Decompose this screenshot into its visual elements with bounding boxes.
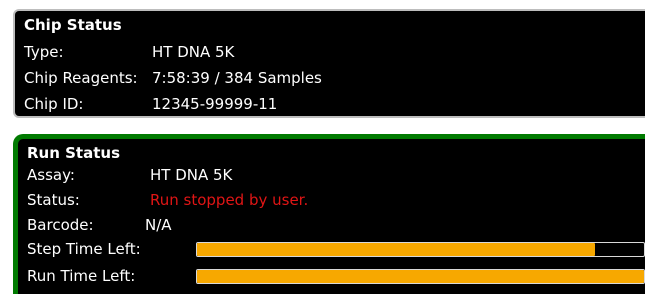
run-time-left-label: Run Time Left: bbox=[27, 267, 136, 285]
barcode-value: N/A bbox=[145, 216, 172, 234]
run-status-panel: Run Status Assay: HT DNA 5K Status: Run … bbox=[13, 134, 645, 294]
step-time-progress-bar bbox=[196, 242, 645, 257]
chip-reagents-label: Chip Reagents: bbox=[24, 69, 138, 87]
run-status-title: Run Status bbox=[27, 144, 121, 162]
step-time-left-label: Step Time Left: bbox=[27, 240, 141, 258]
run-time-progress-bar bbox=[196, 269, 645, 284]
chip-id-label: Chip ID: bbox=[24, 95, 84, 113]
assay-label: Assay: bbox=[27, 166, 75, 184]
status-value: Run stopped by user. bbox=[150, 191, 309, 209]
barcode-label: Barcode: bbox=[27, 216, 94, 234]
step-time-progress-fill bbox=[197, 243, 595, 256]
chip-reagents-value: 7:58:39 / 384 Samples bbox=[152, 69, 322, 87]
assay-value: HT DNA 5K bbox=[150, 166, 233, 184]
chip-type-value: HT DNA 5K bbox=[152, 43, 235, 61]
status-label: Status: bbox=[27, 191, 80, 209]
status-view: Chip Status Type: HT DNA 5K Chip Reagent… bbox=[0, 0, 645, 294]
chip-status-panel: Chip Status Type: HT DNA 5K Chip Reagent… bbox=[13, 9, 645, 118]
chip-type-label: Type: bbox=[24, 43, 64, 61]
run-time-progress-fill bbox=[197, 270, 644, 283]
chip-status-title: Chip Status bbox=[24, 16, 122, 34]
chip-id-value: 12345-99999-11 bbox=[152, 95, 278, 113]
